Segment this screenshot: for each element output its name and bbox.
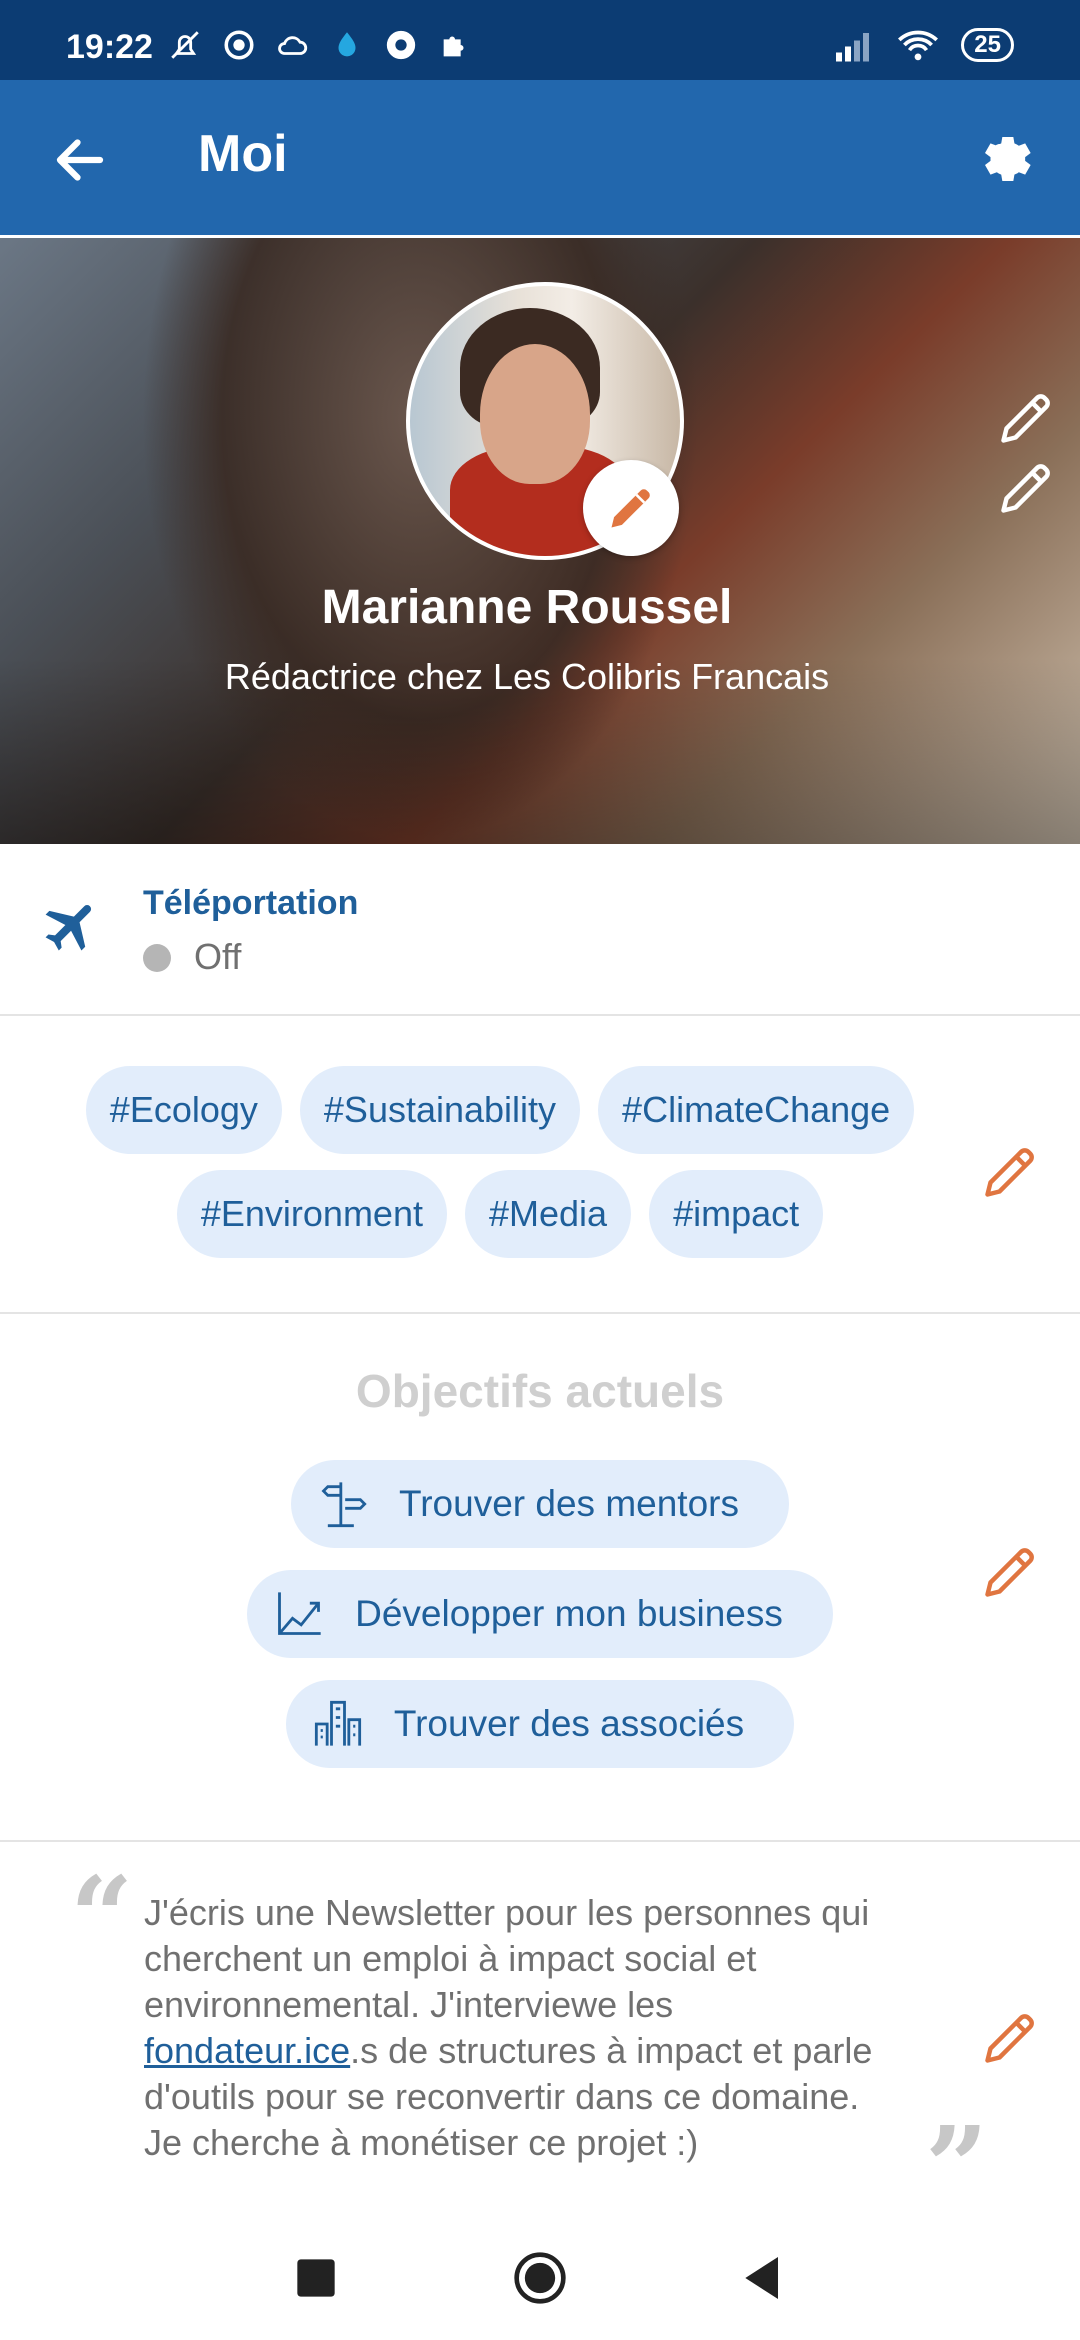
system-nav-bar	[0, 2216, 1080, 2340]
status-icons-left	[168, 28, 472, 62]
status-dot	[143, 944, 171, 972]
teleportation-row[interactable]: Téléportation Off	[0, 844, 1080, 1016]
goal-chip-mentors[interactable]: Trouver des mentors	[291, 1460, 789, 1548]
avatar-face	[480, 344, 590, 484]
profile-role: Rédactrice chez Les Colibris Francais	[224, 656, 830, 697]
tag-chip[interactable]: #ClimateChange	[598, 1066, 915, 1154]
cloud-icon	[278, 36, 308, 55]
signpost-icon	[321, 1482, 367, 1528]
close-quote-icon: ”	[925, 2102, 989, 2231]
gear-icon[interactable]	[974, 126, 1040, 192]
recents-square-icon[interactable]	[288, 2250, 344, 2306]
tag-chip[interactable]: #Environment	[176, 1170, 447, 1258]
growth-chart-icon	[278, 1592, 321, 1635]
tag-chip[interactable]: #Media	[464, 1170, 632, 1258]
chrome-icon	[386, 30, 416, 60]
goal-label: Trouver des associés	[393, 1703, 745, 1744]
edit-bio-pencil-icon[interactable]	[980, 2008, 1040, 2068]
puzzle-icon	[443, 36, 464, 57]
back-triangle-icon[interactable]	[736, 2250, 792, 2306]
edit-avatar-button[interactable]	[583, 460, 679, 556]
tags-section: #Ecology #Sustainability #ClimateChange …	[0, 1016, 1080, 1314]
edit-name-pencil-icon[interactable]	[996, 388, 1056, 448]
edit-role-pencil-icon[interactable]	[996, 458, 1056, 518]
airplane-icon	[45, 905, 92, 951]
teleportation-title: Téléportation	[143, 884, 359, 922]
profile-header: Marianne Roussel Rédactrice chez Les Col…	[0, 238, 1080, 844]
bio-text: J'écris une Newsletter pour les personne…	[144, 1890, 904, 2166]
page-title: Moi	[198, 125, 288, 183]
signal-icon	[836, 33, 870, 62]
pencil-icon	[611, 489, 650, 528]
bio-link[interactable]: fondateur.ice	[144, 2030, 350, 2071]
wifi-icon	[898, 30, 939, 61]
teleportation-state: Off	[194, 936, 242, 977]
status-icons-right: 25	[833, 28, 1014, 62]
status-bar: 19:22 25	[0, 0, 1080, 80]
goals-section: Objectifs actuels Trouver des mentors Dé…	[0, 1314, 1080, 1842]
goal-chip-associates[interactable]: Trouver des associés	[285, 1680, 795, 1768]
app-bar: Moi	[0, 80, 1080, 235]
status-time: 19:22	[66, 28, 153, 66]
open-quote-icon: “	[70, 1852, 134, 1981]
profile-name: Marianne Roussel	[321, 581, 733, 634]
tag-chip[interactable]: #impact	[649, 1170, 824, 1258]
edit-goals-pencil-icon[interactable]	[980, 1542, 1040, 1602]
alarm-off-icon	[171, 31, 199, 59]
tag-chip[interactable]: #Ecology	[85, 1066, 282, 1154]
edit-tags-pencil-icon[interactable]	[980, 1142, 1040, 1202]
goal-chip-business[interactable]: Développer mon business	[247, 1570, 833, 1658]
drop-icon	[338, 32, 356, 57]
goal-list: Trouver des mentors Développer mon busin…	[0, 1460, 1080, 1768]
record-icon	[224, 30, 254, 60]
bio-section: “ J'écris une Newsletter pour les person…	[0, 1842, 1080, 2222]
home-circle-icon[interactable]	[512, 2250, 568, 2306]
bio-text-part: J'écris une Newsletter pour les personne…	[144, 1892, 870, 2025]
back-arrow-icon[interactable]	[50, 130, 110, 190]
goal-label: Trouver des mentors	[399, 1483, 739, 1524]
goals-title: Objectifs actuels	[355, 1365, 725, 1417]
tag-list: #Ecology #Sustainability #ClimateChange …	[40, 1066, 960, 1258]
battery-indicator: 25	[961, 28, 1014, 62]
goal-label: Développer mon business	[355, 1593, 783, 1634]
tag-chip[interactable]: #Sustainability	[299, 1066, 581, 1154]
buildings-icon	[314, 1700, 361, 1746]
